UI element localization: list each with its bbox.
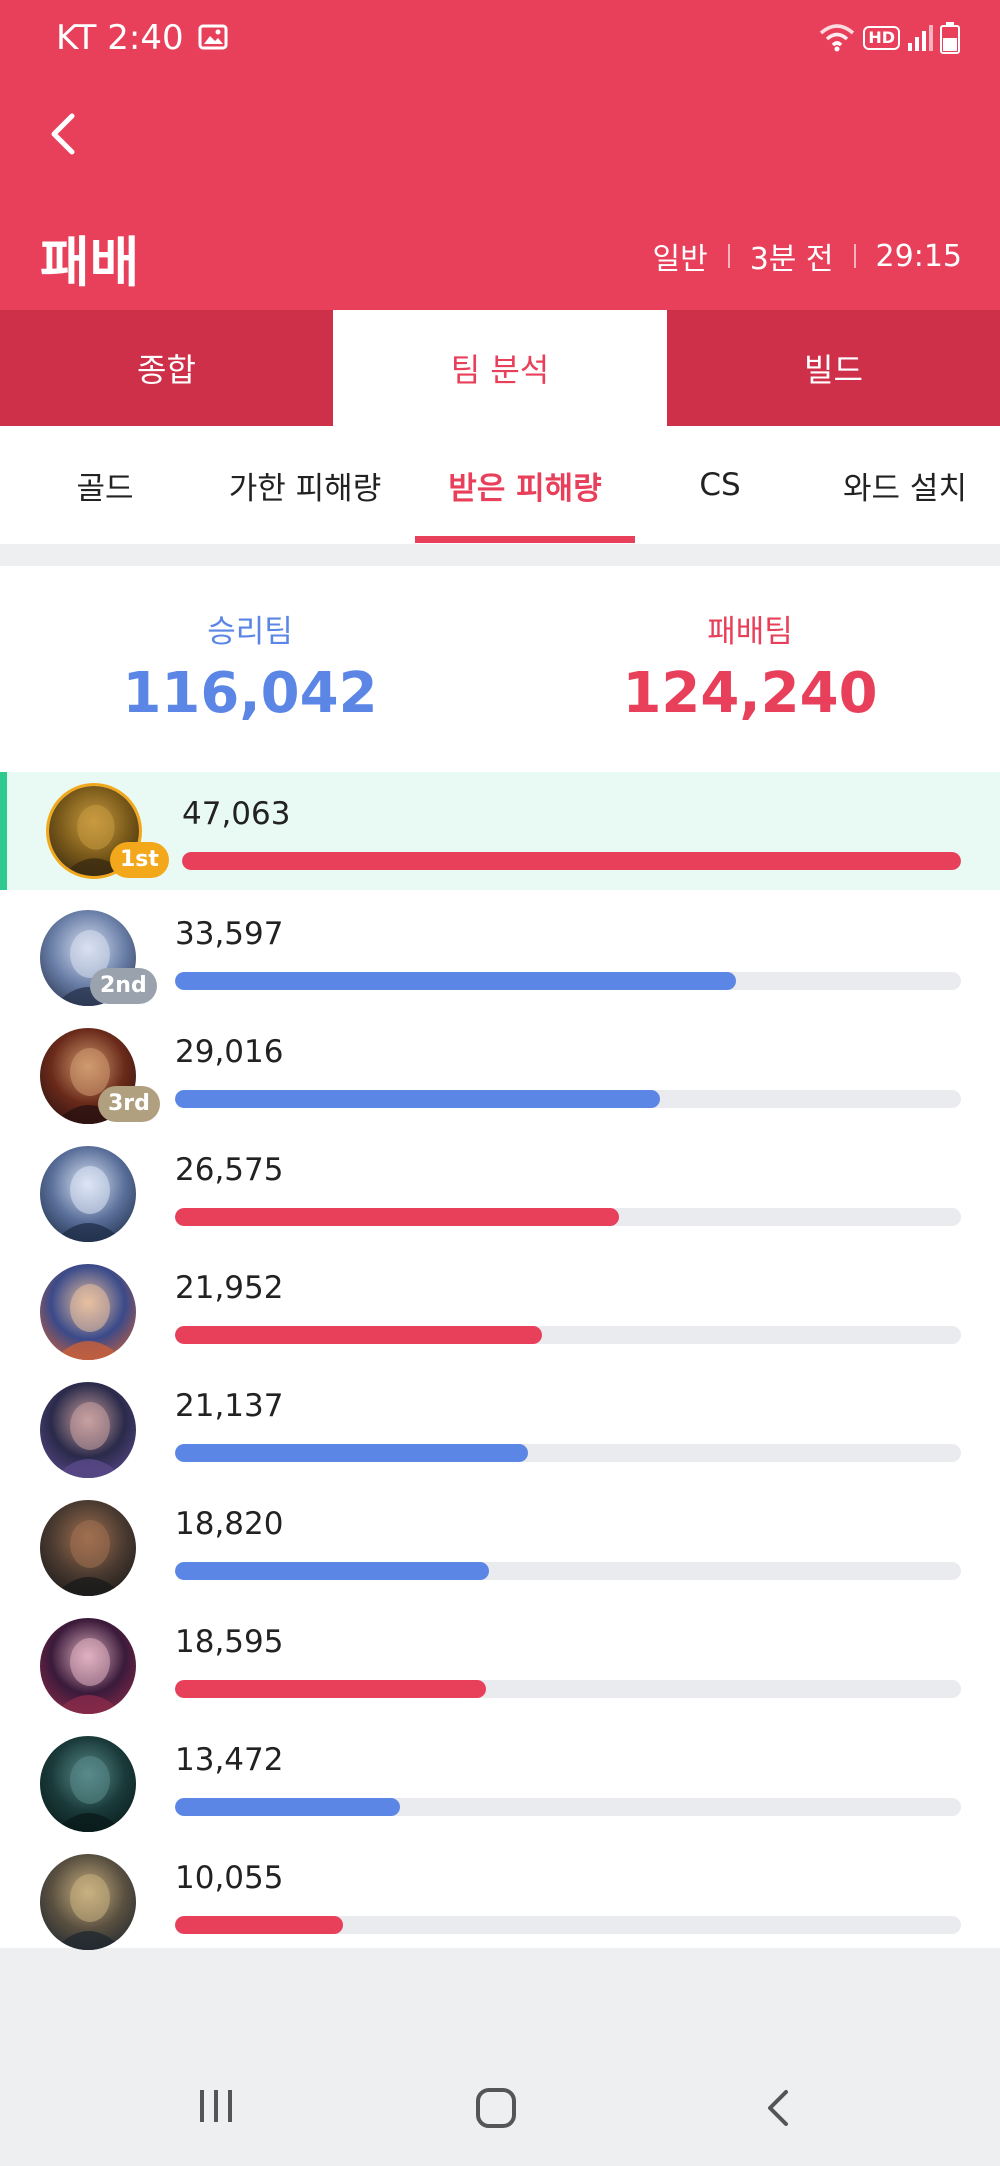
damage-taken-value: 10,055 [175,1860,284,1896]
damage-bar-fill [175,1444,528,1462]
rank-badge: 2nd [90,968,157,1004]
tab-team-analysis[interactable]: 팀 분석 [333,310,667,426]
damage-taken-value: 13,472 [175,1742,284,1778]
rank-badge: 1st [110,842,169,878]
champion-avatar [40,1854,136,1950]
damage-bar-fill [175,1562,490,1580]
player-damage-list: 1st 47,063 2nd 33,597 3rd 29,016 26,575 21,952 2… [0,772,1000,1950]
damage-bar-fill [175,1798,401,1816]
champion-avatar [40,1264,136,1360]
player-row[interactable]: 3rd 29,016 [0,1008,1000,1126]
damage-bar-track [175,1326,961,1344]
player-row[interactable]: 21,137 [0,1362,1000,1480]
player-row[interactable]: 18,820 [0,1480,1000,1598]
status-bar: KT 2:40 HD [0,0,1000,76]
damage-taken-value: 33,597 [175,916,284,952]
main-tabs: 종합 팀 분석 빌드 [0,310,1000,426]
damage-bar-fill [175,1208,619,1226]
champion-avatar [40,1500,136,1596]
damage-bar-track [175,972,961,990]
subtab-damage-dealt[interactable]: 가한 피해량 [210,426,400,544]
result-title: 패배 [40,231,140,294]
player-row[interactable]: 2nd 33,597 [0,890,1000,1008]
app-root: KT 2:40 HD 패배 일반 3분 전 29:15 종합 팀 분석 빌드 골… [0,0,1000,2166]
meta-divider [727,244,730,268]
losing-team-label: 패배팀 [707,614,793,650]
winning-team-label: 승리팀 [207,614,293,650]
meta-divider [853,244,856,268]
damage-bar-track [175,1680,961,1698]
damage-bar-fill [175,972,737,990]
damage-bar-track [175,1798,961,1816]
damage-bar-fill [175,1916,343,1934]
game-mode: 일반 [652,242,708,277]
damage-bar-track [175,1916,961,1934]
battery-icon [940,22,960,54]
damage-bar-fill [182,852,961,870]
damage-bar-track [175,1090,961,1108]
losing-team-total: 124,240 [622,661,878,726]
damage-taken-value: 21,952 [175,1270,284,1306]
sub-tabs: 골드 가한 피해량 받은 피해량 CS 와드 설치 [0,426,1000,544]
champion-avatar [40,1146,136,1242]
losing-team-summary: 패배팀 124,240 [500,566,1000,726]
champion-avatar [40,1618,136,1714]
header: KT 2:40 HD 패배 일반 3분 전 29:15 [0,0,1000,310]
section-divider [0,544,1000,566]
back-icon[interactable] [758,2086,798,2130]
damage-bar-track [175,1444,961,1462]
damage-bar-fill [175,1326,542,1344]
subtab-wards[interactable]: 와드 설치 [820,426,990,544]
top-row-accent [0,772,7,890]
match-meta: 일반 3분 전 29:15 [653,234,963,278]
signal-icon [908,25,933,51]
subtab-gold[interactable]: 골드 [50,426,160,544]
player-row[interactable]: 10,055 [0,1834,1000,1952]
damage-taken-value: 18,595 [175,1624,284,1660]
damage-bar-track [175,1208,961,1226]
player-row[interactable]: 1st 47,063 [0,772,1000,890]
time-ago: 3분 전 [749,242,834,277]
status-icons: HD [817,20,960,56]
subtab-cs[interactable]: CS [670,426,770,544]
player-row[interactable]: 26,575 [0,1126,1000,1244]
damage-bar-fill [175,1090,660,1108]
gallery-icon [198,24,228,50]
subtab-damage-taken[interactable]: 받은 피해량 [415,426,635,544]
wifi-icon [820,24,855,52]
status-time: KT 2:40 [56,18,184,58]
player-row[interactable]: 13,472 [0,1716,1000,1834]
tab-build[interactable]: 빌드 [667,310,1000,426]
champion-avatar [40,1382,136,1478]
system-nav-bar [0,2048,1000,2166]
active-tab-indicator [415,536,635,543]
hd-voice-icon: HD [863,26,900,50]
damage-taken-value: 29,016 [175,1034,284,1070]
damage-bar-fill [175,1680,486,1698]
damage-bar-track [175,1562,961,1580]
damage-bar-track [182,852,961,870]
tab-overview[interactable]: 종합 [0,310,333,426]
recent-apps-icon[interactable] [196,2086,236,2126]
player-row[interactable]: 18,595 [0,1598,1000,1716]
game-duration: 29:15 [875,238,962,274]
champion-avatar [40,1736,136,1832]
home-icon[interactable] [474,2086,518,2130]
winning-team-total: 116,042 [122,661,378,726]
rank-badge: 3rd [98,1086,160,1122]
back-button[interactable] [40,104,90,164]
damage-taken-value: 18,820 [175,1506,284,1542]
winning-team-summary: 승리팀 116,042 [0,566,500,726]
damage-taken-value: 47,063 [182,796,291,832]
damage-taken-value: 26,575 [175,1152,284,1188]
damage-taken-value: 21,137 [175,1388,284,1424]
team-summary: 승리팀 116,042 패배팀 124,240 [0,566,1000,772]
player-row[interactable]: 21,952 [0,1244,1000,1362]
